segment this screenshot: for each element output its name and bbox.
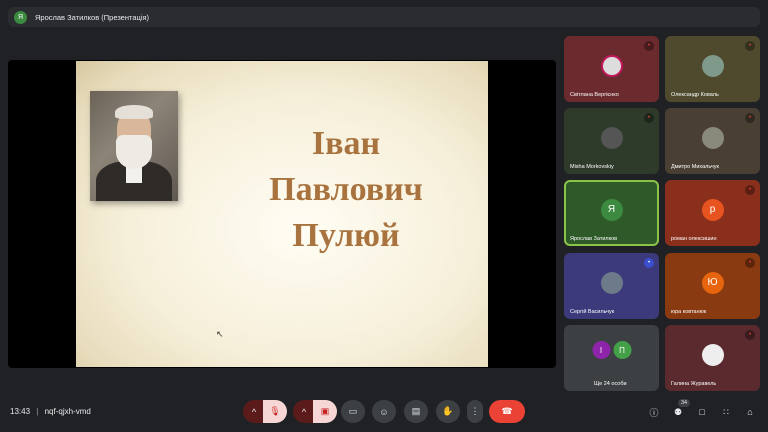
participant-name: роман олексишин [671, 236, 717, 242]
presenter-bar: Я Ярослав Затилков (Презентація) [8, 7, 760, 27]
more-participants-tile[interactable]: І П Ще 24 особи [564, 325, 659, 391]
participant-name: Дмитро Михальчук [671, 164, 719, 170]
chevron-up-icon: ^ [251, 406, 257, 417]
leave-call-button[interactable]: ☎ [489, 400, 525, 423]
slide-title: Іван Павлович Пулюй [236, 121, 456, 259]
more-participants-label: Ще 24 особи [594, 381, 627, 387]
present-button[interactable]: ▭ [341, 400, 365, 423]
mic-off-icon: • [644, 41, 654, 51]
participant-name: Світлана Вергієнко [570, 92, 619, 98]
participant-avatar: р [701, 198, 724, 221]
chevron-up-icon: ^ [301, 406, 307, 417]
activities-button[interactable]: ∷ [719, 405, 733, 419]
chat-icon: □ [699, 407, 705, 417]
host-controls-button[interactable]: ⌂ [743, 405, 757, 419]
mic-off-icon: • [745, 185, 755, 195]
reactions-button[interactable]: ☺ [372, 400, 396, 423]
slide-title-line: Павлович [269, 171, 423, 208]
participant-tile[interactable]: • Олександр Коваль [665, 36, 760, 102]
participant-tile[interactable]: • Світлана Вергієнко [564, 36, 659, 102]
participant-avatar: Я [600, 198, 623, 221]
participant-name: Галина Журавель [671, 381, 717, 387]
more-vert-icon: ⋮ [470, 406, 480, 416]
separator: | [36, 407, 39, 416]
participant-photo [600, 54, 623, 77]
presenter-label: Ярослав Затилков (Презентація) [35, 12, 150, 22]
present-screen-icon: ▭ [348, 406, 358, 416]
participant-photo [600, 126, 623, 149]
meeting-info: 13:43 | nqf-qjxh-vmd [10, 407, 91, 416]
participant-tile[interactable]: Ю • юра ковтанюк [665, 253, 760, 319]
participant-name: Олександр Коваль [671, 92, 719, 98]
mic-off-icon: 🎙 [269, 406, 281, 416]
info-icon: ⓘ [649, 407, 659, 418]
participant-tile[interactable]: • Сергій Васильчук [564, 253, 659, 319]
raise-hand-button[interactable]: ✋ [436, 400, 460, 423]
participant-avatar: І [592, 341, 610, 360]
presentation-stage[interactable]: Іван Павлович Пулюй ↖ [8, 60, 556, 368]
presenter-avatar: Я [14, 10, 27, 24]
control-bar: 13:43 | nqf-qjxh-vmd ^ 🎙 ^ ▣ ▭ ☺ ▤ ✋ ⋮ ☎… [0, 396, 768, 428]
lock-person-icon: ⌂ [747, 407, 753, 417]
participant-photo [701, 54, 724, 77]
participant-tile[interactable]: • Дмитро Михальчук [665, 108, 760, 174]
mic-off-icon: • [745, 258, 755, 268]
participant-name: юра ковтанюк [671, 309, 707, 315]
participant-name: Misha Morkovskiy [570, 164, 614, 170]
mic-off-icon: • [745, 330, 755, 340]
chat-button[interactable]: □ [695, 405, 709, 419]
slide-title-line: Пулюй [292, 217, 400, 254]
people-button[interactable]: 34 ⚉ [671, 399, 691, 419]
captions-button[interactable]: ▤ [404, 400, 428, 423]
participant-avatar: П [613, 341, 631, 360]
mic-off-icon: • [644, 113, 654, 123]
portrait-image [90, 91, 178, 201]
slide-title-line: Іван [311, 125, 381, 162]
participant-tile[interactable]: • Misha Morkovskiy [564, 108, 659, 174]
mic-toggle-button[interactable]: 🎙 [263, 400, 287, 423]
mic-off-icon: • [644, 258, 654, 268]
people-icon: ⚉ [673, 406, 683, 417]
camera-off-icon: ▣ [320, 406, 330, 416]
participant-tile[interactable]: р • роман олексишин [665, 180, 760, 246]
meeting-details-button[interactable]: ⓘ [647, 405, 661, 419]
cursor-icon: ↖ [216, 329, 224, 339]
participant-tile-speaking[interactable]: Я Ярослав Затилков [564, 180, 659, 246]
participant-name: Сергій Васильчук [570, 309, 615, 315]
participant-photo [701, 343, 724, 366]
mic-off-icon: • [745, 113, 755, 123]
meeting-code: nqf-qjxh-vmd [44, 407, 91, 416]
hang-up-icon: ☎ [501, 406, 513, 416]
participant-name: Ярослав Затилков [570, 236, 618, 242]
people-count-badge: 34 [678, 399, 691, 407]
participant-photo [701, 126, 724, 149]
mic-options-button[interactable]: ^ [243, 400, 265, 423]
captions-icon: ▤ [411, 406, 421, 416]
hand-icon: ✋ [442, 406, 454, 416]
clock-time: 13:43 [10, 407, 31, 416]
participant-tile[interactable]: • Галина Журавель [665, 325, 760, 391]
camera-toggle-button[interactable]: ▣ [313, 400, 337, 423]
mic-off-icon: • [745, 41, 755, 51]
emoji-icon: ☺ [379, 406, 389, 417]
activities-icon: ∷ [723, 406, 729, 417]
more-options-button[interactable]: ⋮ [467, 400, 483, 423]
participant-avatar: Ю [701, 271, 724, 294]
presentation-slide: Іван Павлович Пулюй ↖ [76, 61, 488, 367]
participant-photo [600, 271, 623, 294]
camera-options-button[interactable]: ^ [293, 400, 315, 423]
